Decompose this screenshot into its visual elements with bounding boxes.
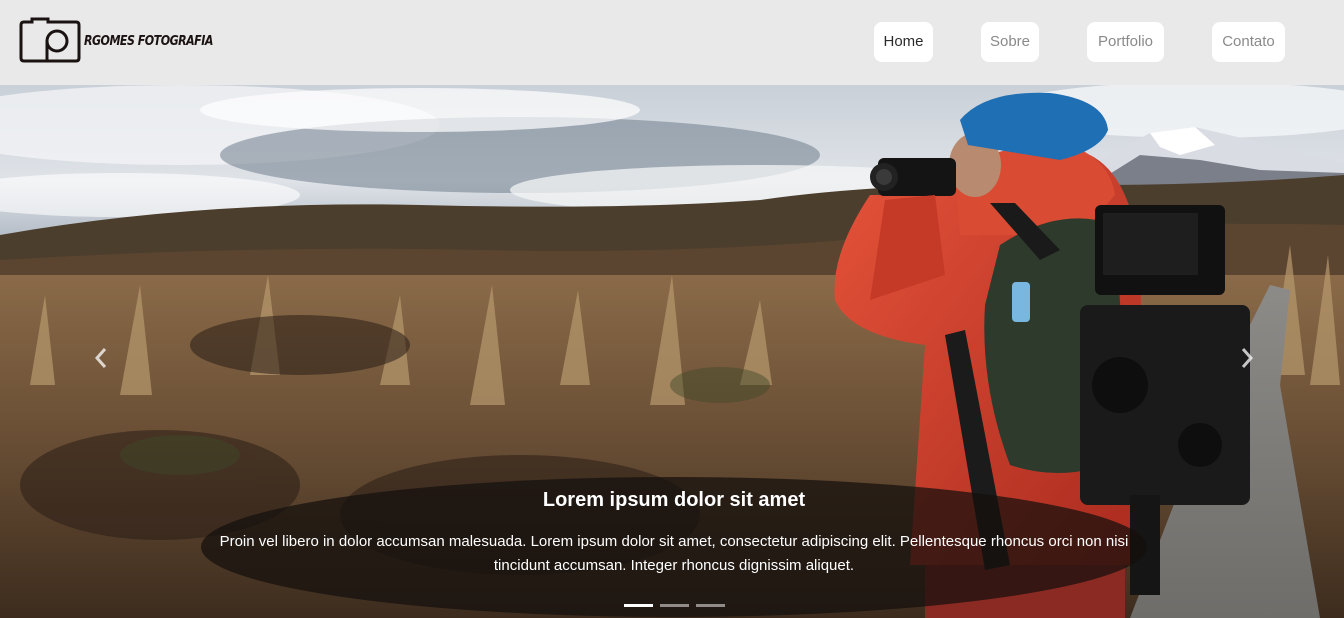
nav-sobre[interactable]: Sobre	[981, 22, 1039, 62]
carousel-indicator-1[interactable]	[624, 604, 653, 607]
main-nav: Home Sobre Portfolio Contato	[0, 22, 1344, 62]
carousel-indicator-3[interactable]	[696, 604, 725, 607]
chevron-left-icon	[94, 347, 108, 374]
slide-text: Proin vel libero in dolor accumsan males…	[219, 533, 1129, 574]
carousel-next-button[interactable]	[1232, 340, 1262, 380]
carousel-indicators	[624, 604, 725, 607]
nav-portfolio[interactable]: Portfolio	[1087, 22, 1164, 62]
navbar: RGOMES FOTOGRAFIA Home Sobre Portfolio C…	[0, 0, 1344, 85]
hero-carousel: Lorem ipsum dolor sit amet Proin vel lib…	[0, 85, 1344, 618]
slide-caption: Lorem ipsum dolor sit amet Proin vel lib…	[201, 477, 1147, 617]
slide-title: Lorem ipsum dolor sit amet	[542, 489, 806, 511]
carousel-indicator-2[interactable]	[660, 604, 689, 607]
chevron-right-icon	[1240, 347, 1254, 374]
carousel-prev-button[interactable]	[86, 340, 116, 380]
nav-home[interactable]: Home	[874, 22, 933, 62]
nav-contato[interactable]: Contato	[1212, 22, 1285, 62]
